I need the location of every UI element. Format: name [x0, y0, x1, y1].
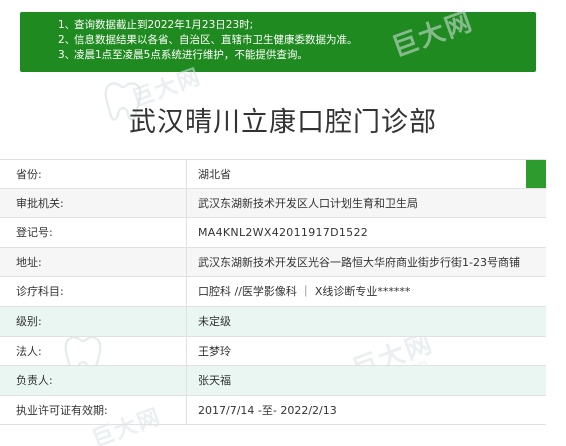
table-row: 负责人: 张天福	[0, 366, 546, 396]
column-divider	[186, 277, 187, 306]
column-divider	[186, 188, 187, 218]
row-value: 未定级	[198, 314, 231, 328]
row-label: 省份:	[16, 168, 42, 181]
notice-text: 信息数据结果以各省、自治区、直辖市卫生健康委数据为准。	[74, 34, 358, 46]
row-accent	[526, 160, 546, 188]
row-value: 武汉东湖新技术开发区光谷一路恒大华府商业街步行街1-23号商铺	[198, 255, 520, 269]
notice-num: 1、	[58, 19, 76, 31]
notice-num: 3、	[58, 49, 76, 61]
row-label: 地址:	[16, 255, 42, 269]
notice-line-3: 3、凌晨1点至凌晨5点系统进行维护，不能提供查询。	[58, 48, 536, 63]
row-label: 负责人:	[16, 374, 53, 388]
row-value: 武汉东湖新技术开发区人口计划生育和卫生局	[198, 196, 418, 210]
table-row: 地址: 武汉东湖新技术开发区光谷一路恒大华府商业街步行街1-23号商铺	[0, 247, 546, 278]
column-divider	[186, 395, 187, 425]
row-value: 湖北省	[198, 168, 231, 181]
notice-box: 1、查询数据截止到2022年1月23日23时; 2、信息数据结果以各省、自治区、…	[20, 12, 536, 72]
table-row: 省份: 湖北省	[0, 159, 546, 189]
row-label: 执业许可证有效期:	[16, 403, 108, 417]
table-row: 执业许可证有效期: 2017/7/14 -至- 2022/2/13	[0, 395, 546, 426]
page: 1、查询数据截止到2022年1月23日23时; 2、信息数据结果以各省、自治区、…	[0, 0, 566, 446]
table-row: 诊疗科目: 口腔科 //医学影像科 ｜ X线诊断专业******	[0, 277, 546, 307]
page-title: 武汉晴川立康口腔门诊部	[129, 107, 437, 138]
column-divider	[186, 336, 187, 366]
info-table: 省份: 湖北省 审批机关: 武汉东湖新技术开发区人口计划生育和卫生局 登记号: …	[0, 159, 546, 426]
table-row: 级别: 未定级	[0, 306, 546, 337]
notice-line-1: 1、查询数据截止到2022年1月23日23时;	[58, 18, 536, 33]
notice-text: 查询数据截止到2022年1月23日23时;	[74, 19, 254, 31]
notice-line-2: 2、信息数据结果以各省、自治区、直辖市卫生健康委数据为准。	[58, 33, 536, 48]
row-label: 级别:	[16, 314, 42, 328]
row-value: 口腔科 //医学影像科 ｜ X线诊断专业******	[198, 285, 411, 299]
row-value: MA4KNL2WX42011917D1522	[198, 226, 369, 240]
column-divider	[186, 247, 187, 277]
notice-num: 2、	[58, 34, 76, 46]
row-label: 审批机关:	[16, 196, 64, 210]
notice-text: 凌晨1点至凌晨5点系统进行维护，不能提供查询。	[74, 49, 308, 61]
column-divider	[186, 366, 187, 395]
row-value: 张天福	[198, 374, 231, 388]
row-value: 2017/7/14 -至- 2022/2/13	[198, 403, 337, 417]
column-divider	[186, 306, 187, 336]
table-row: 法人: 王梦玲	[0, 336, 546, 367]
column-divider	[186, 218, 187, 247]
row-label: 诊疗科目:	[16, 285, 64, 299]
row-label: 登记号:	[16, 226, 53, 240]
table-row: 登记号: MA4KNL2WX42011917D1522	[0, 218, 546, 248]
row-label: 法人:	[16, 344, 42, 358]
table-row: 审批机关: 武汉东湖新技术开发区人口计划生育和卫生局	[0, 188, 546, 219]
column-divider	[186, 160, 187, 188]
row-value: 王梦玲	[198, 344, 231, 358]
